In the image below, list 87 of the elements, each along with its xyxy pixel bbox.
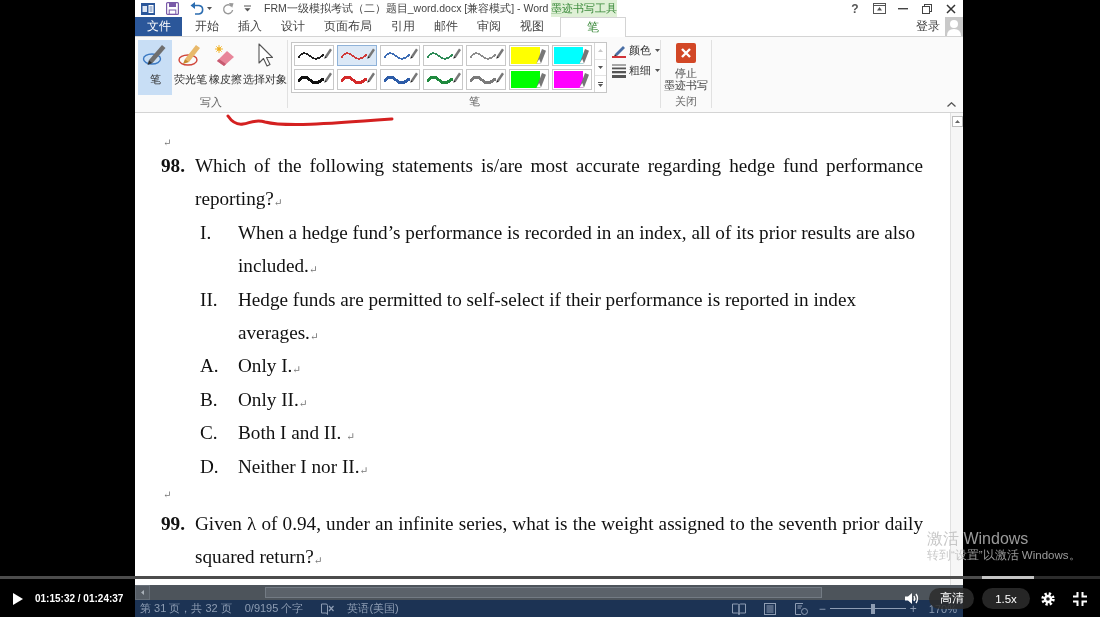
ribbon-tab[interactable]: 笔 — [560, 17, 626, 37]
zoom-in-button[interactable]: + — [909, 601, 917, 616]
pen-color-icon — [612, 43, 626, 58]
ribbon-tab[interactable]: 设计 — [271, 17, 314, 36]
dropdown-caret-icon — [655, 49, 660, 52]
stop-inking-button[interactable]: 停止 墨迹书写 — [663, 43, 709, 94]
question-number: 98. — [161, 154, 186, 178]
list-marker: I. — [200, 220, 213, 245]
playback-time: 01:15:32 / 01:24:37 — [35, 593, 124, 604]
ink-tool-button[interactable]: 选择对象 — [243, 40, 287, 95]
line-weight-button[interactable]: 粗细 — [612, 62, 660, 79]
ribbon-tab[interactable]: 引用 — [381, 17, 424, 36]
ribbon-display-options-icon[interactable] — [872, 3, 886, 14]
pen-tip-icon — [324, 72, 332, 83]
paragraph-mark: ↵ — [163, 137, 172, 149]
window-title: FRM一级模拟考试（二）题目_word.docx [兼容模式] - Word — [264, 1, 549, 16]
pen-tip-icon — [324, 48, 332, 59]
scroll-thumb[interactable] — [265, 587, 822, 598]
paragraph-mark: ↵ — [163, 489, 172, 502]
up-arrow-icon — [954, 120, 960, 123]
list-marker: D. — [200, 454, 220, 479]
ink-tool-button[interactable]: 橡皮擦 — [208, 40, 242, 95]
sign-in-link[interactable]: 登录 — [916, 19, 940, 34]
pen-style-button[interactable] — [294, 69, 334, 90]
list-marker: II. — [200, 287, 219, 312]
slider-thumb[interactable] — [871, 603, 876, 614]
ink-tool-button[interactable]: 笔 — [138, 40, 172, 95]
pen-tip-icon — [496, 48, 504, 59]
pen-tip-icon — [367, 48, 375, 59]
group-label: 写入 — [199, 95, 223, 109]
read-mode-icon[interactable] — [731, 602, 746, 615]
pen-tip-icon — [410, 72, 418, 83]
list-marker: A. — [200, 354, 220, 379]
print-layout-icon[interactable] — [762, 602, 777, 615]
pen-style-button[interactable] — [294, 45, 334, 66]
web-layout-icon[interactable] — [793, 602, 808, 615]
ribbon-tab[interactable]: 邮件 — [424, 17, 467, 36]
dropdown-caret-icon — [655, 69, 660, 72]
line-weight-icon — [612, 63, 626, 78]
list-marker: B. — [200, 387, 219, 412]
ribbon-tab[interactable]: 文件 — [135, 17, 182, 36]
ribbon-tab[interactable]: 开始 — [185, 17, 228, 36]
exit-fullscreen-icon[interactable] — [1073, 591, 1087, 606]
redo-icon[interactable] — [222, 2, 234, 15]
dropdown-caret-icon[interactable] — [207, 7, 212, 10]
collapse-ribbon-icon[interactable] — [947, 102, 956, 107]
language-indicator[interactable]: 英语(美国) — [347, 601, 399, 616]
customize-toolbar-icon[interactable] — [244, 5, 251, 12]
undo-icon[interactable] — [190, 2, 205, 15]
group-label: 笔 — [467, 94, 481, 108]
restore-icon[interactable] — [922, 3, 932, 14]
highlighter-icon — [177, 42, 203, 68]
pen-icon — [142, 42, 168, 68]
expand-gallery-icon — [598, 81, 603, 87]
zoom-out-button[interactable]: − — [818, 601, 826, 616]
book-icon[interactable] — [321, 602, 335, 615]
close-icon — [676, 43, 696, 63]
pen-tip-icon — [367, 72, 375, 83]
pen-tip-icon — [453, 48, 461, 59]
ribbon-tab[interactable]: 视图 — [510, 17, 553, 36]
list-marker: C. — [200, 421, 219, 446]
question-number: 99. — [161, 512, 186, 537]
help-button[interactable]: ? — [851, 1, 859, 16]
playback-speed-button[interactable]: 1.5x — [982, 588, 1030, 609]
volume-icon[interactable] — [905, 592, 920, 605]
ribbon-tab[interactable]: 页面布局 — [314, 17, 381, 36]
page-count[interactable]: 第 31 页，共 32 页 — [140, 601, 232, 616]
pen-color-button[interactable]: 颜色 — [612, 42, 660, 59]
pen-tip-icon — [453, 72, 461, 83]
down-arrow-icon — [598, 66, 603, 69]
pen-style-button[interactable] — [380, 69, 420, 90]
pen-tip-icon — [496, 72, 504, 83]
contextual-tab-group-header: 墨迹书写工具 — [551, 0, 617, 17]
word-count[interactable]: 0/9195 个字 — [244, 601, 304, 616]
close-icon[interactable] — [946, 3, 956, 14]
pen-tip-icon — [410, 48, 418, 59]
up-arrow-icon — [598, 49, 603, 53]
minimize-icon[interactable] — [898, 7, 908, 10]
ribbon-tab[interactable]: 插入 — [228, 17, 271, 36]
settings-icon[interactable] — [1041, 591, 1055, 606]
save-icon[interactable] — [166, 2, 179, 15]
scroll-up-button[interactable] — [951, 116, 963, 127]
left-arrow-icon — [141, 590, 144, 595]
ribbon-tab[interactable]: 审阅 — [467, 17, 510, 36]
group-label: 关闭 — [674, 94, 698, 108]
ink-tool-button[interactable]: 荧光笔 — [173, 40, 207, 95]
play-icon[interactable] — [12, 591, 24, 606]
